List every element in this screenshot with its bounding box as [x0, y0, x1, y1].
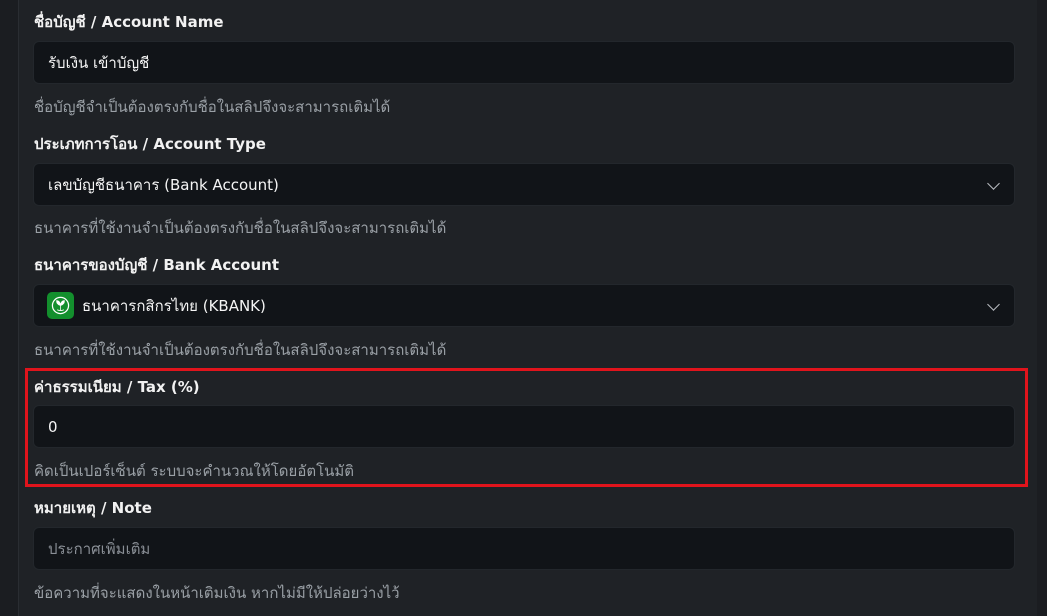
note-placeholder: ประกาศเพิ่มเติม — [48, 539, 151, 558]
account-type-value: เลขบัญชีธนาคาร (Bank Account) — [48, 175, 279, 194]
account-name-input[interactable]: รับเงิน เข้าบัญชี — [33, 41, 1015, 84]
bank-account-label: ธนาคารของบัญชี / Bank Account — [34, 256, 279, 274]
kbank-logo-icon — [47, 292, 74, 319]
chevron-down-icon — [987, 176, 1000, 190]
account-type-select[interactable]: เลขบัญชีธนาคาร (Bank Account) — [33, 163, 1015, 206]
note-hint: ข้อความที่จะแสดงในหน้าเติมเงิน หากไม่มีใ… — [34, 584, 400, 602]
tax-hint: คิดเป็นเปอร์เซ็นต์ ระบบจะคำนวณให้โดยอัตโ… — [34, 462, 355, 480]
tax-input[interactable]: 0 — [33, 405, 1015, 448]
account-name-label: ชื่อบัญชี / Account Name — [34, 13, 224, 31]
tax-label: ค่าธรรมเนียม / Tax (%) — [34, 378, 200, 396]
account-type-hint: ธนาคารที่ใช้งานจำเป็นต้องตรงกับชื่อในสลิ… — [34, 219, 447, 237]
chevron-down-icon — [987, 297, 1000, 311]
account-name-value: รับเงิน เข้าบัญชี — [48, 53, 150, 72]
tax-value: 0 — [48, 417, 58, 436]
account-name-hint: ชื่อบัญชีจำเป็นต้องตรงกับชื่อในสลิปจึงจะ… — [34, 98, 391, 116]
note-input[interactable]: ประกาศเพิ่มเติม — [33, 527, 1015, 570]
bank-account-value: ธนาคารกสิกรไทย (KBANK) — [82, 296, 266, 315]
note-label: หมายเหตุ / Note — [34, 499, 152, 517]
bank-account-select[interactable]: ธนาคารกสิกรไทย (KBANK) — [33, 284, 1015, 327]
bank-account-hint: ธนาคารที่ใช้งานจำเป็นต้องตรงกับชื่อในสลิ… — [34, 341, 447, 359]
account-type-label: ประเภทการโอน / Account Type — [34, 135, 266, 153]
